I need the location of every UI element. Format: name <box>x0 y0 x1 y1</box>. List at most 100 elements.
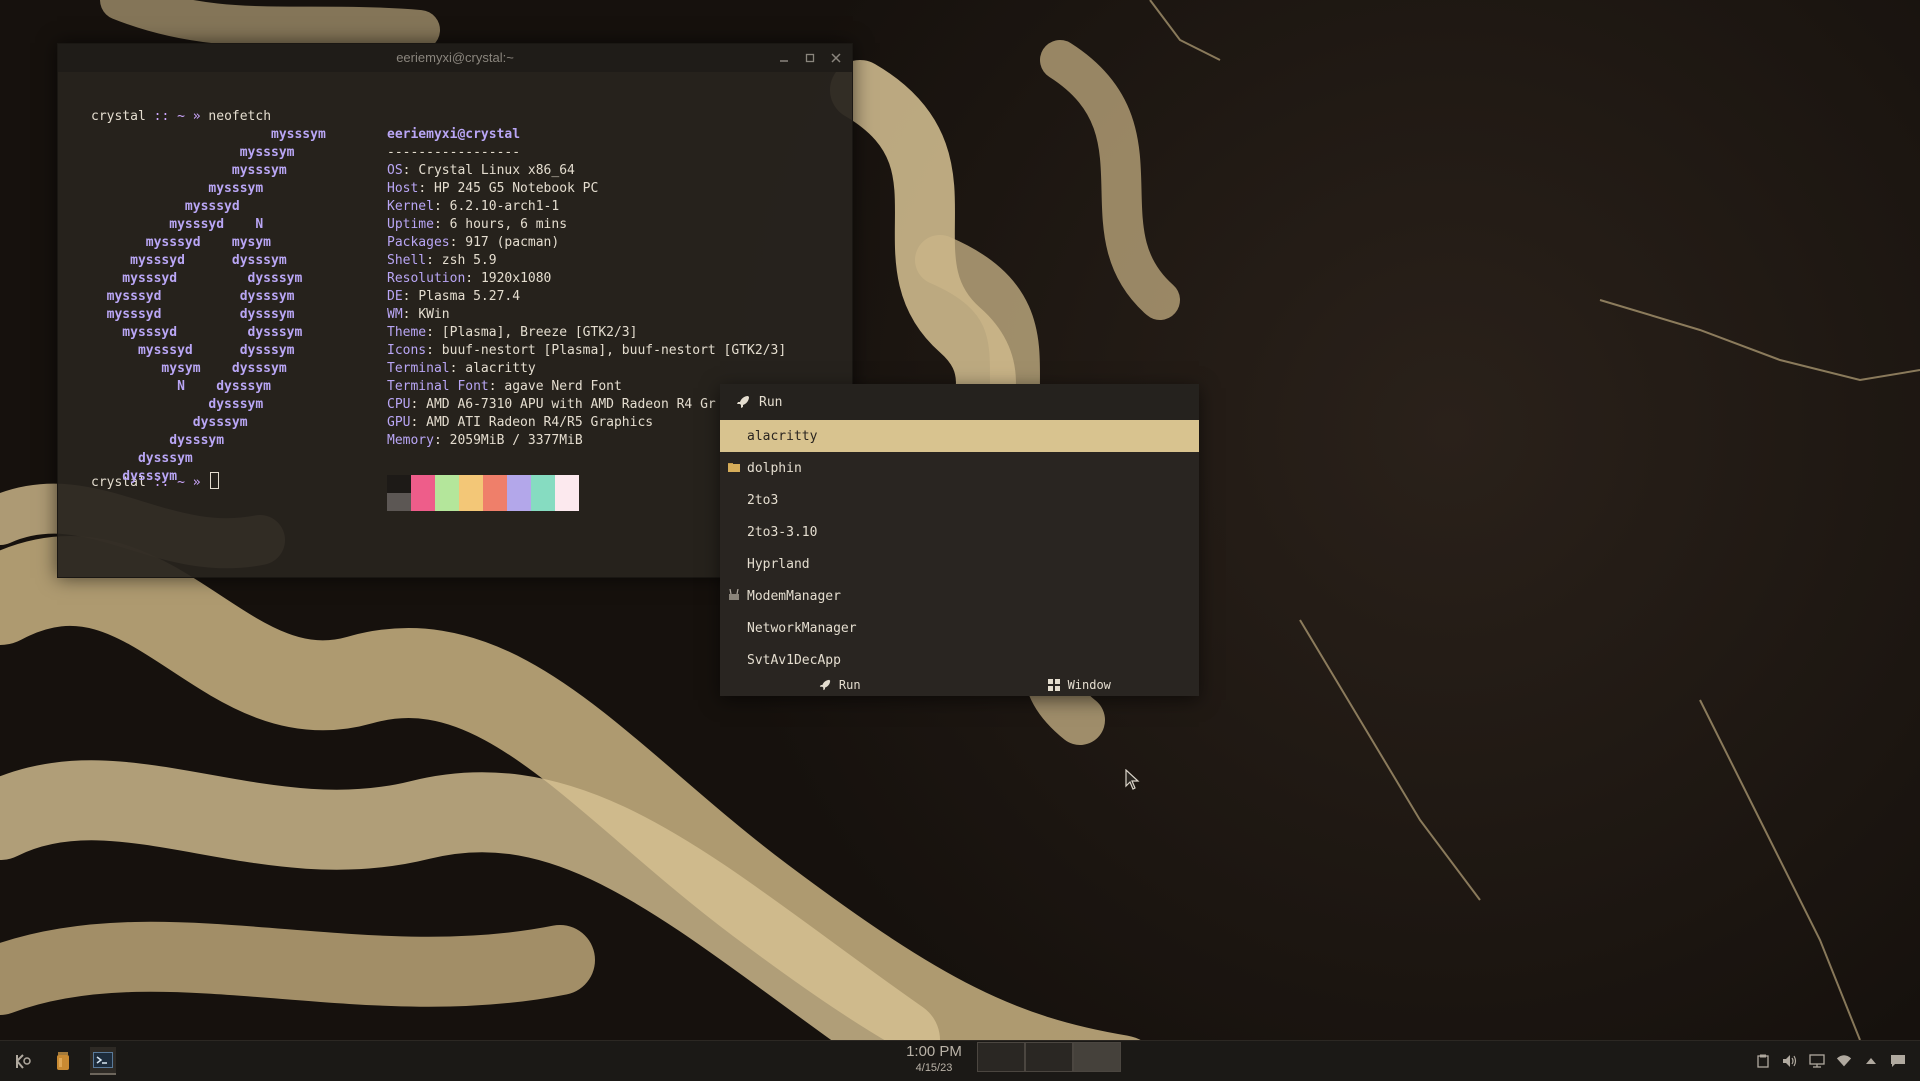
logo-line: mysssyd dysssym <box>106 307 295 322</box>
info-colon: : <box>433 199 450 214</box>
system-tray <box>1755 1041 1906 1081</box>
krunner-run-label: Run <box>759 394 783 410</box>
minimize-button[interactable] <box>774 44 794 72</box>
info-colon: : <box>426 253 442 268</box>
krunner-result-item[interactable]: dolphin <box>720 452 1199 484</box>
tray-expand-button[interactable] <box>1863 1053 1879 1069</box>
volume-tray-button[interactable] <box>1782 1053 1798 1069</box>
window-tab[interactable]: Window <box>960 674 1200 696</box>
color-swatch <box>435 475 459 493</box>
info-value: 1920x1080 <box>480 271 552 286</box>
color-swatch <box>435 493 459 511</box>
virtual-desktop-3[interactable] <box>1073 1042 1121 1072</box>
info-colon: : <box>433 433 450 448</box>
krunner-result-item[interactable]: alacritty <box>720 420 1199 452</box>
logo-line: N dysssym <box>145 379 272 394</box>
application-launcher-button[interactable] <box>10 1048 36 1074</box>
clipboard-tray-button[interactable] <box>1755 1053 1771 1069</box>
krunner-result-item[interactable]: 2to3-3.10 <box>720 516 1199 548</box>
color-swatch <box>483 475 507 493</box>
logo-line: dysssym <box>137 451 193 466</box>
terminal-titlebar[interactable]: eeriemyxi@crystal:~ <box>58 44 852 72</box>
color-swatch <box>459 475 483 493</box>
virtual-desktop-2[interactable] <box>1025 1042 1073 1072</box>
krunner-result-item[interactable]: SvtAv1DecApp <box>720 644 1199 676</box>
maximize-icon <box>805 53 815 63</box>
info-key: Kernel <box>387 199 434 214</box>
palette-row-bottom <box>387 493 579 511</box>
info-colon: : <box>465 271 481 286</box>
logo-line: mysssyd dysssym <box>122 325 303 340</box>
logo-line: dysssym <box>122 469 178 484</box>
info-key: WM <box>387 307 403 322</box>
info-value: Plasma 5.27.4 <box>418 289 521 304</box>
virtual-desktop-pager <box>977 1042 1121 1072</box>
prompt-command: neofetch <box>208 109 272 124</box>
run-tab[interactable]: Run <box>720 674 960 696</box>
info-colon: : <box>449 235 466 250</box>
chevron-up-icon <box>1866 1058 1876 1064</box>
digital-clock[interactable]: 1:00 PM 4/15/23 <box>888 1042 980 1075</box>
info-line: WM: KWin <box>387 306 786 324</box>
logo-line: dysssym <box>161 415 248 430</box>
virtual-desktop-1[interactable] <box>977 1042 1025 1072</box>
info-colon: : <box>418 181 434 196</box>
modem-icon <box>729 589 739 600</box>
rocket-icon <box>737 396 749 408</box>
krunner-footer: Run Window <box>720 674 1199 696</box>
info-line: Shell: zsh 5.9 <box>387 252 786 270</box>
notifications-tray-button[interactable] <box>1890 1053 1906 1069</box>
krunner-result-label: Hyprland <box>747 556 810 572</box>
jar-icon <box>57 1052 69 1070</box>
color-palette <box>387 475 579 511</box>
command-line: crystal :: ~ » neofetch <box>91 108 844 126</box>
display-tray-button[interactable] <box>1809 1053 1825 1069</box>
clock-date: 4/15/23 <box>915 1062 953 1074</box>
info-key: Shell <box>387 253 427 268</box>
notification-icon <box>1891 1055 1905 1067</box>
palette-row-top <box>387 475 579 493</box>
close-button[interactable] <box>826 44 846 72</box>
krunner-result-label: dolphin <box>747 460 802 476</box>
krunner-result-item[interactable]: Hyprland <box>720 548 1199 580</box>
file-manager-task[interactable] <box>50 1048 76 1074</box>
krunner-result-item[interactable]: NetworkManager <box>720 612 1199 644</box>
user-host-text: eeriemyxi@crystal <box>387 127 521 142</box>
windows-grid-icon <box>1047 679 1060 691</box>
terminal-icon <box>93 1052 113 1068</box>
krunner-result-label: ModemManager <box>747 588 841 604</box>
krunner-launcher[interactable]: Run alacritty dolphin 2to3 2to3-3.10 Hyprlan… <box>720 384 1199 696</box>
info-colon: : <box>410 415 427 430</box>
info-colon: : <box>410 397 427 412</box>
info-value: alacritty <box>465 361 536 376</box>
color-swatch <box>483 493 507 511</box>
info-line: Kernel: 6.2.10-arch1-1 <box>387 198 786 216</box>
info-value: zsh 5.9 <box>441 253 497 268</box>
speaker-icon <box>1783 1055 1797 1067</box>
folder-icon <box>728 463 740 472</box>
krunner-result-label: 2to3 <box>747 492 779 508</box>
maximize-button[interactable] <box>800 44 820 72</box>
logo-line: mysssym <box>161 181 264 196</box>
info-key: Terminal <box>387 361 450 376</box>
logo-line: mysssyd mysym <box>137 235 272 250</box>
krunner-result-label: 2to3-3.10 <box>747 524 818 540</box>
info-value: 6.2.10-arch1-1 <box>449 199 560 214</box>
info-line: Theme: [Plasma], Breeze [GTK2/3] <box>387 324 786 342</box>
logo-line: mysssym <box>184 127 326 142</box>
logo-line: mysym dysssym <box>137 361 287 376</box>
krunner-result-item[interactable]: 2to3 <box>720 484 1199 516</box>
krunner-results: alacritty dolphin 2to3 2to3-3.10 Hyprland Mod… <box>720 420 1199 676</box>
prompt-separator: :: ~ » <box>145 109 209 124</box>
terminal-task[interactable] <box>90 1047 116 1075</box>
krunner-result-item[interactable]: ModemManager <box>720 580 1199 612</box>
color-swatch <box>411 475 435 493</box>
network-tray-button[interactable] <box>1836 1053 1852 1069</box>
info-colon: : <box>402 163 419 178</box>
logo-line: mysssym <box>169 145 295 160</box>
krunner-query-bar[interactable]: Run <box>720 384 1199 420</box>
info-line: Packages: 917 (pacman) <box>387 234 786 252</box>
monitor-icon <box>1809 1054 1825 1068</box>
info-line: DE: Plasma 5.27.4 <box>387 288 786 306</box>
clipboard-icon <box>1757 1054 1769 1068</box>
